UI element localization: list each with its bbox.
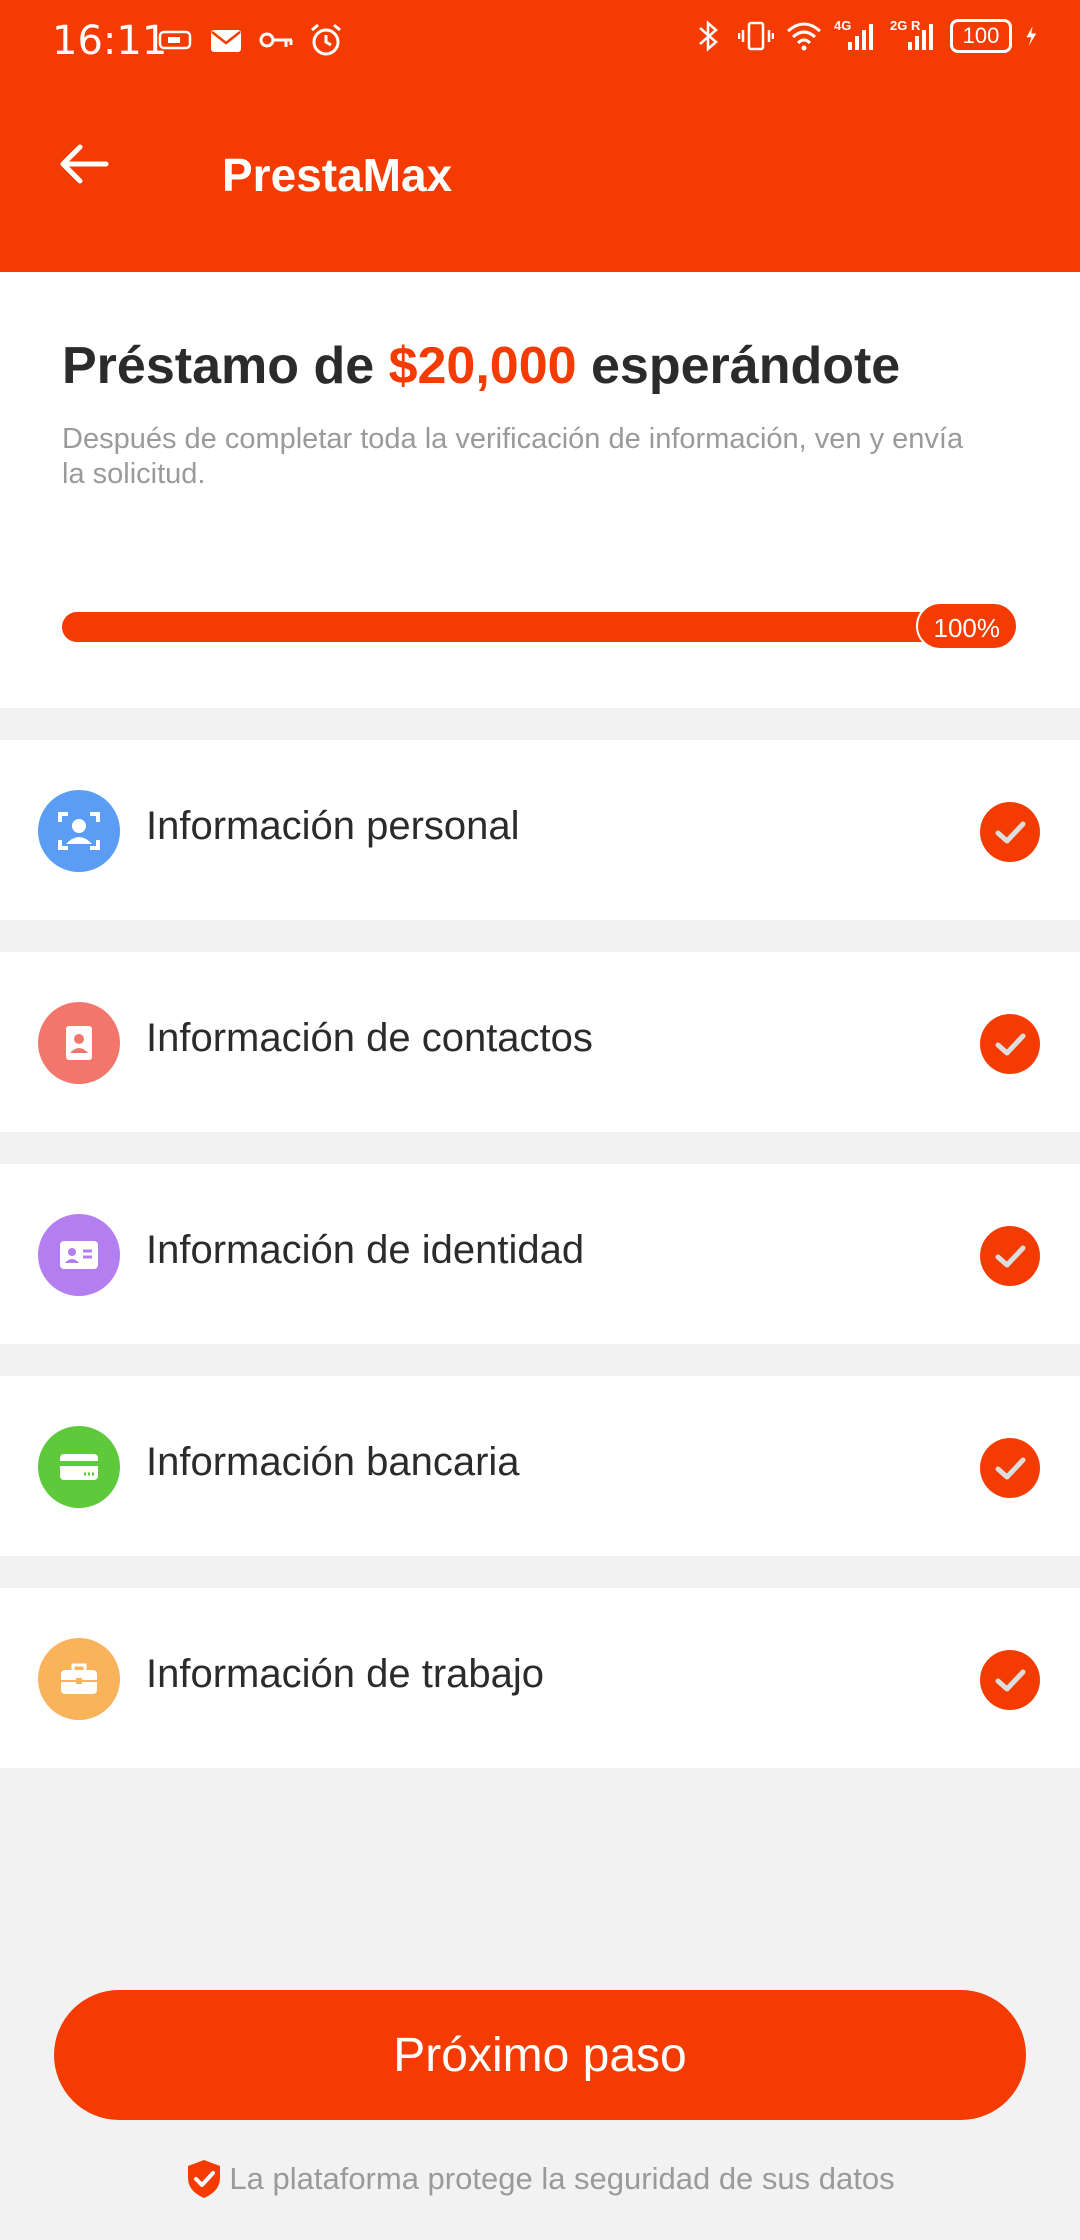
signal-4g: 4G bbox=[834, 18, 878, 54]
loan-title: Préstamo de $20,000 esperándote bbox=[62, 336, 900, 396]
battery-icon: 100 bbox=[950, 19, 1012, 53]
progress-bar: 100% bbox=[62, 602, 1018, 650]
step-label: Información bancaria bbox=[146, 1440, 520, 1484]
check-icon bbox=[980, 1014, 1040, 1074]
check-icon bbox=[980, 1226, 1040, 1286]
step-row-contacts[interactable]: Información de contactos bbox=[0, 952, 1080, 1132]
shield-check-icon bbox=[188, 2160, 221, 2198]
bluetooth-icon bbox=[699, 20, 718, 52]
step-row-work[interactable]: Información de trabajo bbox=[0, 1588, 1080, 1768]
step-row-personal[interactable]: Información personal bbox=[0, 740, 1080, 920]
vibrate-icon bbox=[738, 21, 774, 51]
loan-summary: Préstamo de $20,000 esperándote Después … bbox=[0, 272, 1080, 708]
check-icon bbox=[980, 1438, 1040, 1498]
security-text: La plataforma protege la seguridad de su… bbox=[229, 2161, 895, 2196]
app-bar: PrestaMax bbox=[0, 80, 1080, 272]
arrow-left-icon bbox=[60, 144, 109, 184]
id-card-icon bbox=[38, 1214, 120, 1296]
signal-icon bbox=[848, 24, 873, 50]
status-right-icons: 4G 2G R 100 bbox=[690, 18, 1046, 54]
wifi-icon bbox=[787, 22, 821, 51]
mail-icon bbox=[211, 30, 241, 52]
step-label: Información de trabajo bbox=[146, 1652, 545, 1696]
step-row-bank[interactable]: Información bancaria bbox=[0, 1376, 1080, 1556]
step-label: Información de identidad bbox=[146, 1228, 585, 1272]
next-step-button[interactable]: Próximo paso bbox=[54, 1990, 1026, 2120]
loan-amount: $20,000 bbox=[388, 337, 577, 395]
signal-icon bbox=[908, 24, 933, 50]
alarm-icon bbox=[311, 23, 341, 56]
status-time: 16:11 bbox=[52, 18, 168, 64]
key-icon bbox=[259, 32, 293, 48]
status-bar: 16:11 4G 2G R 100 bbox=[0, 0, 1080, 80]
loan-subtitle: Después de completar toda la verificació… bbox=[62, 423, 964, 490]
status-left-icons bbox=[158, 22, 344, 58]
step-label: Información de contactos bbox=[146, 1016, 593, 1060]
loan-title-suffix: esperándote bbox=[591, 337, 901, 395]
check-icon bbox=[980, 802, 1040, 862]
back-button[interactable] bbox=[48, 128, 120, 200]
charging-icon bbox=[1026, 26, 1037, 46]
progress-badge: 100% bbox=[915, 602, 1018, 650]
signal-2g: 2G R bbox=[890, 18, 938, 54]
step-row-identity[interactable]: Información de identidad bbox=[0, 1164, 1080, 1344]
check-icon bbox=[980, 1650, 1040, 1710]
battery-level: 100 bbox=[962, 23, 1000, 48]
sim-icon bbox=[158, 30, 192, 50]
face-scan-icon bbox=[38, 790, 120, 872]
loan-title-prefix: Préstamo de bbox=[62, 337, 375, 395]
contact-book-icon bbox=[38, 1002, 120, 1084]
progress-fill: 100% bbox=[62, 602, 1018, 650]
briefcase-icon bbox=[38, 1638, 120, 1720]
app-title: PrestaMax bbox=[222, 149, 453, 201]
security-footer: La plataforma protege la seguridad de su… bbox=[0, 2158, 1080, 2200]
step-label: Información personal bbox=[146, 804, 520, 848]
bank-card-icon bbox=[38, 1426, 120, 1508]
